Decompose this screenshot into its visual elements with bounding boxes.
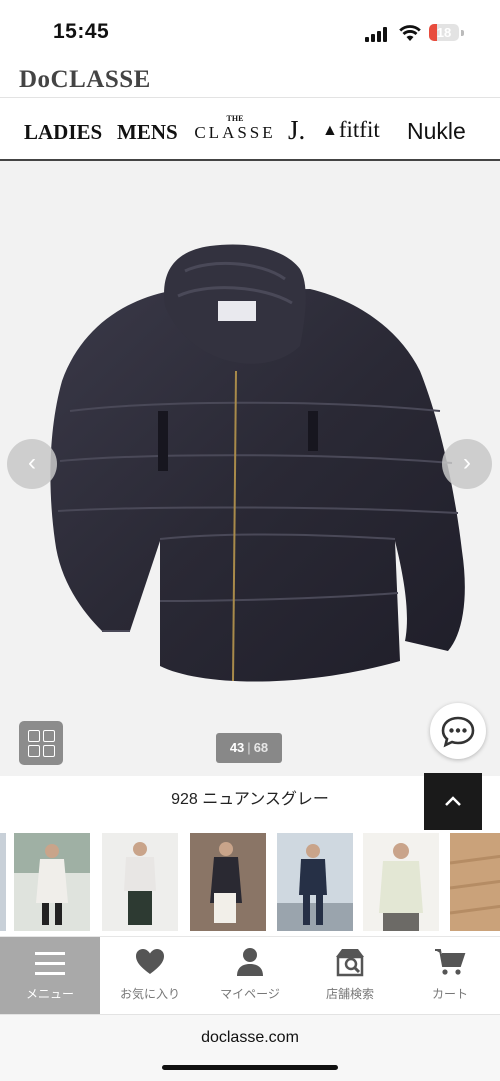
brand-the-classe-link[interactable]: THE CLASSE xyxy=(194,114,276,143)
browser-url-bar[interactable]: doclasse.com xyxy=(0,1014,500,1081)
chevron-up-icon xyxy=(445,796,461,806)
thumbnail[interactable] xyxy=(363,833,439,931)
nav-mypage-label: マイページ xyxy=(220,987,280,1001)
thumbnail[interactable] xyxy=(450,833,500,931)
status-time: 15:45 xyxy=(53,20,110,43)
chat-button[interactable] xyxy=(430,703,486,759)
grid-view-button[interactable] xyxy=(19,721,63,765)
hamburger-icon xyxy=(35,952,65,975)
home-indicator xyxy=(162,1065,338,1070)
bottom-nav: メニュー お気に入り マイページ 店舗検索 カート xyxy=(0,936,500,1015)
scroll-to-top-button[interactable] xyxy=(424,773,482,830)
chevron-right-icon: › xyxy=(463,449,471,476)
thumbnail[interactable] xyxy=(14,833,90,931)
nav-mypage[interactable]: マイページ xyxy=(200,937,300,1015)
product-image-carousel[interactable]: ‹ › 43 | 68 xyxy=(0,161,500,776)
thumbnail[interactable] xyxy=(102,833,178,931)
nav-store-search[interactable]: 店舗検索 xyxy=(300,937,400,1015)
store-search-icon xyxy=(336,949,364,977)
prev-image-button[interactable]: ‹ xyxy=(7,439,57,489)
image-total: 68 xyxy=(253,740,269,755)
cart-icon xyxy=(435,949,466,975)
next-image-button[interactable]: › xyxy=(442,439,492,489)
nav-cart[interactable]: カート xyxy=(400,937,500,1015)
battery-cap xyxy=(461,30,464,36)
counter-separator: | xyxy=(247,740,251,755)
thumbnail[interactable] xyxy=(277,833,353,931)
fitfit-figure-icon: ▲ xyxy=(322,122,338,139)
status-bar: 15:45 18 xyxy=(0,0,500,62)
nav-store-search-label: 店舗検索 xyxy=(325,987,374,1001)
brand-nav: LADIES MENS THE CLASSE J. ▲fitfit Nukle xyxy=(0,98,500,160)
brand-nukle-link[interactable]: Nukle xyxy=(407,118,466,145)
battery-level: 18 xyxy=(436,25,452,40)
nav-favorites[interactable]: お気に入り xyxy=(100,937,200,1015)
brand-the-label: THE xyxy=(226,114,244,123)
brand-mens-link[interactable]: MENS xyxy=(117,120,178,145)
signal-icon xyxy=(365,26,389,42)
nav-favorites-label: お気に入り xyxy=(119,987,180,1001)
brand-classe-label: CLASSE xyxy=(194,123,276,142)
nav-cart-label: カート xyxy=(431,987,468,1001)
brand-fitfit-link[interactable]: ▲fitfit xyxy=(322,117,380,143)
thumbnail-strip xyxy=(0,833,500,931)
image-counter: 43 | 68 xyxy=(216,733,282,763)
heart-icon xyxy=(136,949,164,974)
nav-menu-label: メニュー xyxy=(25,987,74,1001)
brand-ladies-link[interactable]: LADIES xyxy=(24,120,102,145)
battery-icon: 18 xyxy=(429,24,459,41)
person-icon xyxy=(237,948,263,976)
brand-fitfit-label: fitfit xyxy=(338,117,380,142)
chevron-left-icon: ‹ xyxy=(28,449,36,476)
site-logo[interactable]: DoCLASSE xyxy=(19,66,151,94)
url-text: doclasse.com xyxy=(201,1029,299,1046)
wifi-icon xyxy=(399,25,421,41)
image-current: 43 xyxy=(229,740,245,755)
product-photo-jacket xyxy=(50,244,465,682)
brand-j-link[interactable]: J. xyxy=(288,115,305,146)
thumbnail[interactable] xyxy=(0,833,6,931)
chat-bubble-icon xyxy=(441,716,475,748)
thumbnail[interactable] xyxy=(190,833,266,931)
nav-menu[interactable]: メニュー xyxy=(0,937,100,1015)
